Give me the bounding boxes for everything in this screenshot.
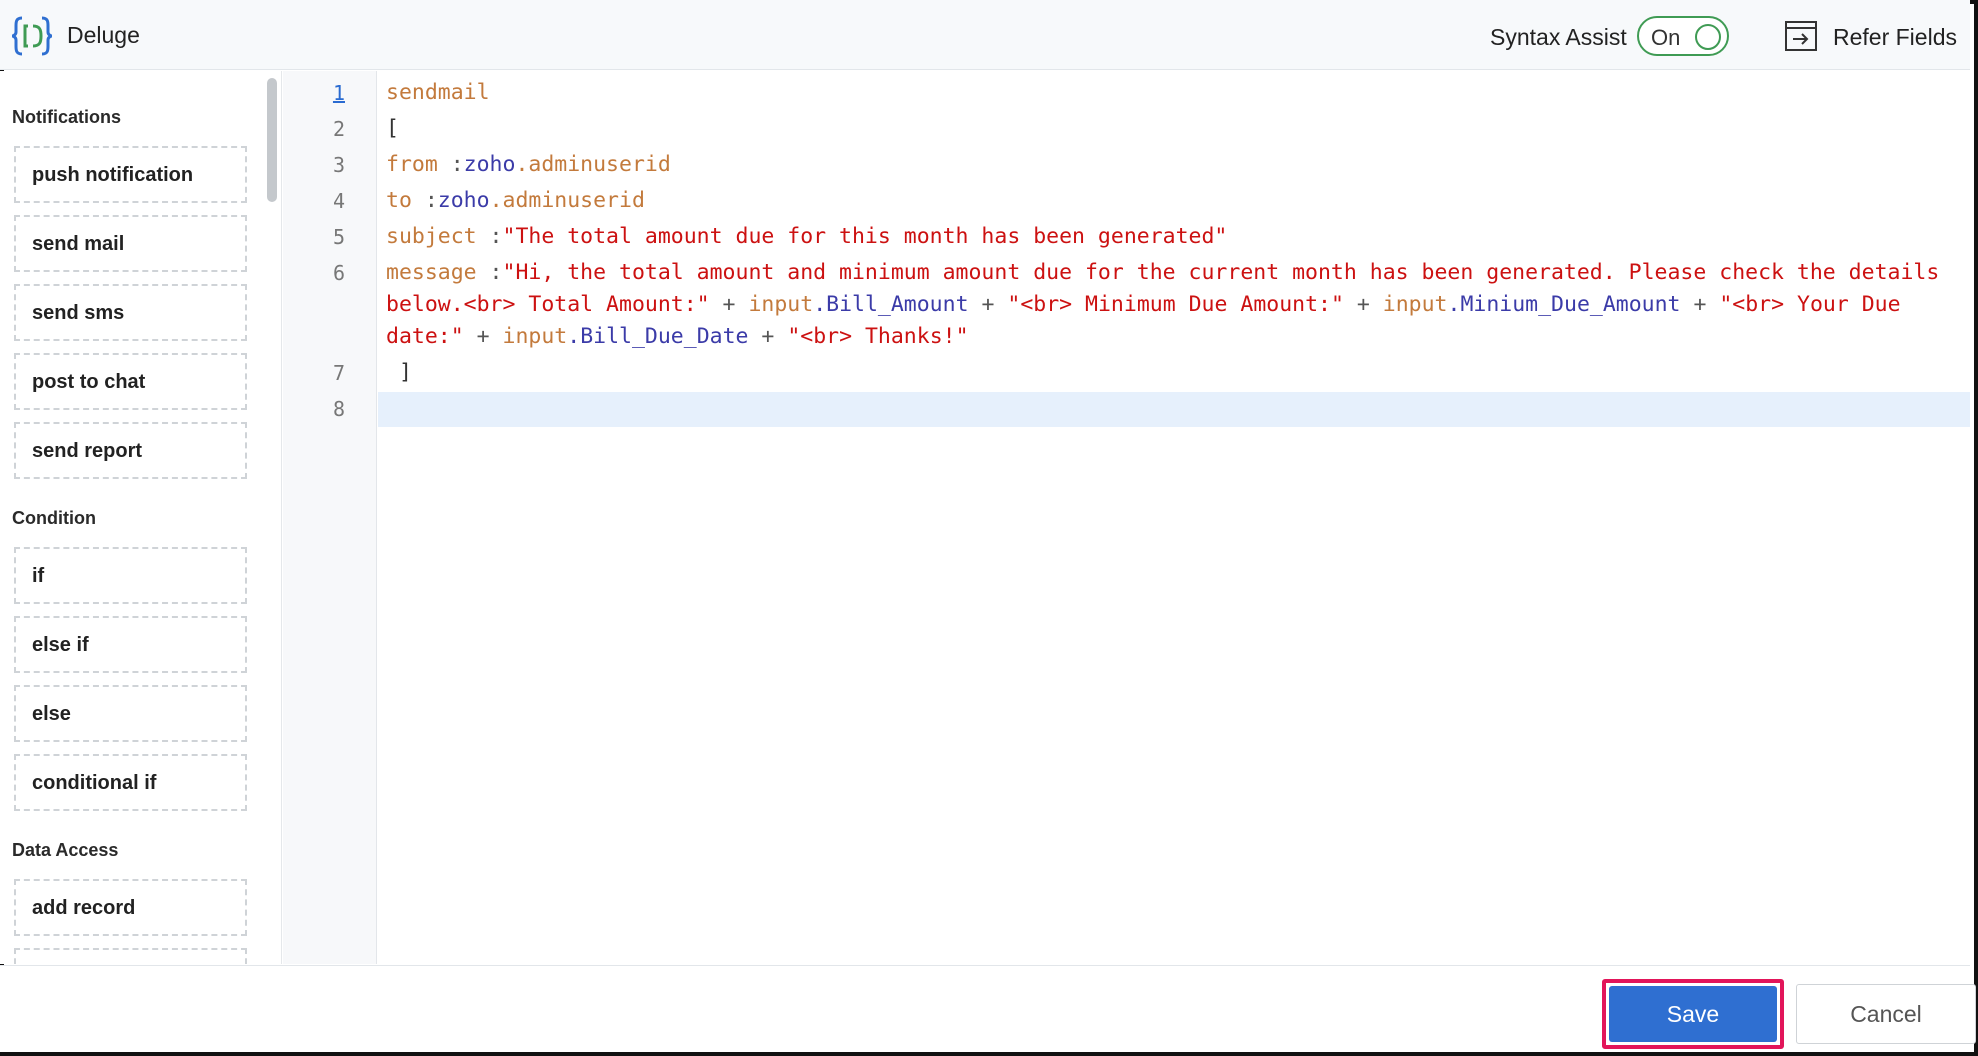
snippet-label: push notification <box>32 164 194 186</box>
code-token: [ <box>386 116 399 141</box>
syntax-assist-state: On <box>1651 25 1681 50</box>
line-number: 7 <box>332 361 345 385</box>
snippet-send-mail[interactable]: send mail <box>14 215 247 272</box>
code-token: to <box>386 188 412 213</box>
code-token: : <box>411 188 438 213</box>
line-number: 3 <box>332 153 345 177</box>
snippet-label: send report <box>32 440 143 462</box>
code-line-7[interactable]: ] <box>386 360 412 385</box>
section-title-condition: Condition <box>12 508 96 528</box>
code-line-6-wrap-2[interactable]: date:" + input.Bill_Due_Date + "<br> Tha… <box>386 324 969 349</box>
code-line-2[interactable]: [ <box>386 116 399 141</box>
snippet-label: else <box>32 703 71 725</box>
code-token: ] <box>386 360 412 385</box>
refer-fields-button[interactable]: Refer Fields <box>1784 14 1964 58</box>
app-title: Deluge <box>67 22 140 48</box>
code-token: + <box>968 292 1008 317</box>
code-token: "Hi, the total amount and minimum amount… <box>502 260 1940 285</box>
syntax-assist-toggle[interactable]: On <box>1637 16 1729 56</box>
snippet-if[interactable]: if <box>14 547 247 604</box>
snippet-send-report[interactable]: send report <box>14 422 247 479</box>
deluge-logo-icon <box>11 16 53 56</box>
line-number: 8 <box>332 397 345 421</box>
code-token: from <box>386 152 438 177</box>
snippet-push-notification[interactable]: push notification <box>14 146 247 203</box>
snippet-send-sms[interactable]: send sms <box>14 284 247 341</box>
code-token: .adminuserid <box>515 152 671 177</box>
code-token: "<br> Minimum Due Amount:" <box>1007 292 1344 317</box>
snippet-label: else if <box>32 634 89 656</box>
line-number: 5 <box>332 225 345 249</box>
code-line-6[interactable]: message :"Hi, the total amount and minim… <box>386 260 1939 285</box>
code-token: + <box>1343 292 1383 317</box>
code-token: zoho <box>437 188 490 213</box>
snippet-label: send mail <box>32 233 125 255</box>
snippet-post-to-chat[interactable]: post to chat <box>14 353 247 410</box>
code-token: "<br> Thanks!" <box>787 324 969 349</box>
code-token: zoho <box>463 152 516 177</box>
code-token: below.<br> Total Amount:" <box>386 292 710 317</box>
code-line-5[interactable]: subject :"The total amount due for this … <box>386 224 1227 249</box>
syntax-assist-label: Syntax Assist <box>1490 24 1627 50</box>
code-token: + <box>748 324 788 349</box>
code-line-4[interactable]: to :zoho.adminuserid <box>386 188 645 213</box>
header-bar: Deluge Syntax Assist On Refer Fields <box>0 0 1970 70</box>
snippet-label: post to chat <box>32 371 146 393</box>
code-token: : <box>437 152 464 177</box>
snippet-else-if[interactable]: else if <box>14 616 247 673</box>
code-token: input <box>1382 292 1448 317</box>
code-token: .Bill_Due_Date <box>567 324 749 349</box>
active-line-highlight <box>378 392 1970 427</box>
code-line-3[interactable]: from :zoho.adminuserid <box>386 152 671 177</box>
section-title-data-access: Data Access <box>12 840 119 860</box>
line-number[interactable]: 1 <box>283 81 345 105</box>
snippet-partial[interactable] <box>14 948 247 964</box>
code-token: "The total amount due for this month has… <box>502 224 1228 249</box>
code-token: "<br> Your Due <box>1719 292 1901 317</box>
line-number: 4 <box>332 189 345 213</box>
code-token: date:" <box>386 324 464 349</box>
code-token: + <box>463 324 503 349</box>
code-token: sendmail <box>386 80 490 105</box>
cancel-button[interactable]: Cancel <box>1796 984 1976 1044</box>
code-token: + <box>1680 292 1720 317</box>
code-token: + <box>709 292 749 317</box>
snippet-add-record[interactable]: add record <box>14 879 247 936</box>
snippet-label: conditional if <box>32 772 157 794</box>
code-token: input <box>502 324 568 349</box>
line-number: 6 <box>332 261 345 285</box>
snippet-label: send sms <box>32 302 125 324</box>
refer-fields-icon <box>1785 21 1817 51</box>
toggle-knob <box>1695 24 1721 50</box>
code-token: input <box>748 292 814 317</box>
snippet-sidebar: Notifications push notification send mai… <box>0 71 282 964</box>
code-token: subject <box>386 224 477 249</box>
code-token: .Minium_Due_Amount <box>1447 292 1681 317</box>
sidebar-scrollbar[interactable] <box>267 78 277 202</box>
line-number: 2 <box>332 117 345 141</box>
code-token: : <box>476 260 503 285</box>
code-line-1[interactable]: sendmail <box>386 80 490 105</box>
save-button[interactable]: Save <box>1609 986 1777 1042</box>
code-token: : <box>476 224 503 249</box>
code-token: .adminuserid <box>489 188 645 213</box>
code-token: .Bill_Amount <box>813 292 969 317</box>
snippet-conditional-if[interactable]: conditional if <box>14 754 247 811</box>
code-token: message <box>386 260 477 285</box>
snippet-else[interactable]: else <box>14 685 247 742</box>
snippet-label: if <box>32 565 45 587</box>
section-title-notifications: Notifications <box>12 107 122 127</box>
refer-fields-label: Refer Fields <box>1833 24 1957 50</box>
snippet-label: add record <box>32 897 136 919</box>
code-line-6-wrap-1[interactable]: below.<br> Total Amount:" + input.Bill_A… <box>386 292 1901 317</box>
